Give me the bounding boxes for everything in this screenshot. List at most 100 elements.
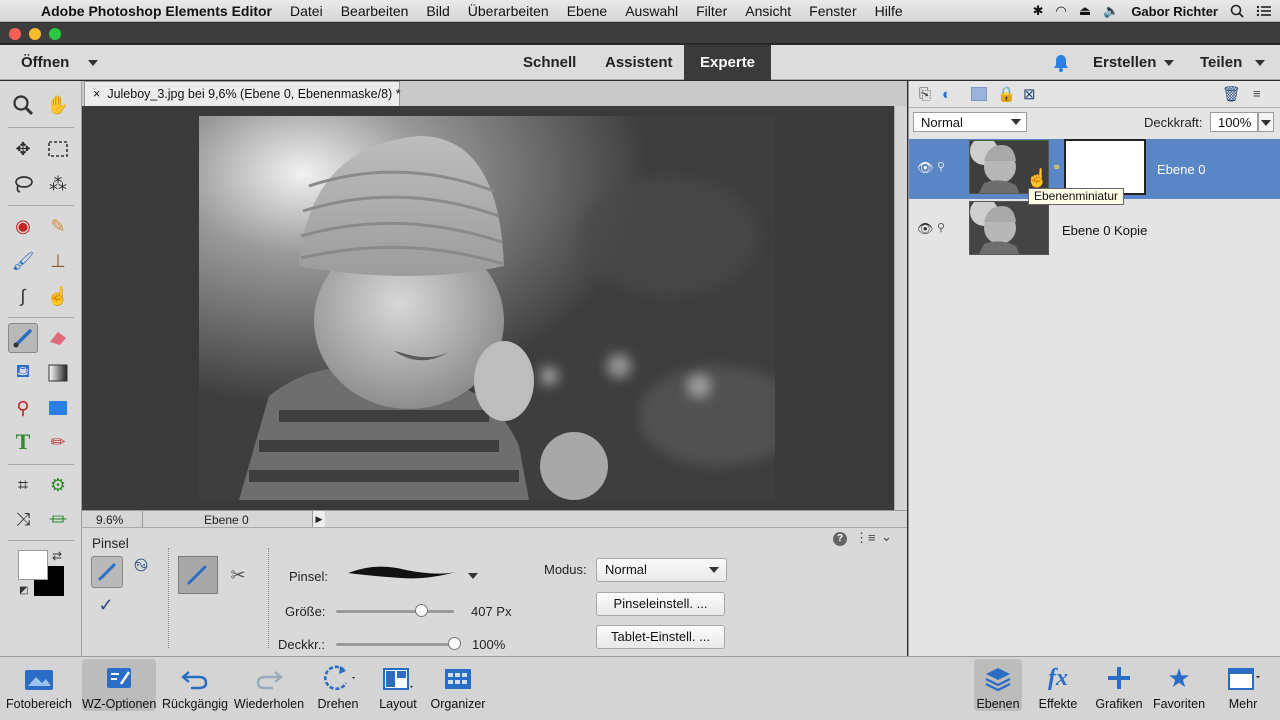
menu-auswahl[interactable]: Auswahl	[616, 3, 687, 19]
content-aware-move-icon[interactable]: ⤨	[8, 504, 38, 534]
eraser-tool-icon[interactable]	[43, 323, 73, 353]
straighten-tool-icon[interactable]: ⏛	[43, 504, 73, 534]
layer-opacity-field[interactable]: 100%	[1210, 112, 1258, 132]
mode-select[interactable]: Normal	[596, 558, 727, 582]
hand-tool-icon[interactable]: ✋	[43, 90, 73, 120]
spotlight-search-icon[interactable]	[1230, 4, 1244, 18]
status-menu-arrow-icon[interactable]: ▶	[312, 511, 325, 527]
mask-link-icon[interactable]: ⚭	[1052, 161, 1061, 174]
graphics-button[interactable]: Grafiken	[1092, 659, 1146, 711]
blend-mode-dropdown-icon[interactable]	[1011, 119, 1021, 125]
healing-brush-icon[interactable]: ✎	[43, 211, 73, 241]
brush-settings-button[interactable]: Pinseleinstell. ...	[596, 592, 725, 616]
swap-colors-icon[interactable]: ⇄	[52, 549, 62, 563]
menu-filter[interactable]: Filter	[687, 3, 736, 19]
bluetooth-icon[interactable]: ✱	[1033, 3, 1044, 19]
layer-name[interactable]: Ebene 0	[1157, 162, 1205, 177]
menu-datei[interactable]: Datei	[281, 3, 332, 19]
volume-icon[interactable]: 🔈	[1103, 3, 1119, 19]
collapse-options-icon[interactable]: ⌄	[881, 529, 892, 545]
document-photo[interactable]	[199, 116, 775, 500]
impressionist-brush-icon[interactable]: ࿊	[126, 555, 156, 586]
share-button[interactable]: Teilen	[1200, 45, 1242, 80]
undo-button[interactable]: Rückgängig	[160, 659, 230, 711]
size-slider-track[interactable]	[336, 610, 454, 613]
lock-transparency-icon[interactable]: ⊠	[1023, 85, 1036, 103]
menu-bearbeiten[interactable]: Bearbeiten	[332, 3, 418, 19]
visibility-eye-icon[interactable]: 👁	[917, 221, 934, 237]
brush-preset-dropdown-icon[interactable]	[468, 573, 478, 579]
eyedropper-icon[interactable]: ⚲	[8, 393, 38, 423]
gradient-tool-icon[interactable]	[43, 358, 73, 388]
minimize-window-icon[interactable]	[29, 28, 41, 40]
layers-menu-icon[interactable]: ≡	[1253, 86, 1261, 101]
tablet-settings-button[interactable]: Tablet-Einstell. ...	[596, 625, 725, 649]
redo-button[interactable]: Wiederholen	[233, 659, 305, 711]
more-button[interactable]: Mehr	[1218, 659, 1268, 711]
organizer-button[interactable]: Organizer	[428, 659, 488, 711]
eject-icon[interactable]: ⏏	[1079, 3, 1091, 19]
menu-ansicht[interactable]: Ansicht	[736, 3, 800, 19]
mode-assistent-tab[interactable]: Assistent	[605, 45, 673, 80]
close-window-icon[interactable]	[9, 28, 21, 40]
rotate-button[interactable]: Drehen	[310, 659, 366, 711]
red-eye-tool-icon[interactable]: ◉	[8, 211, 38, 241]
adjustment-layer-icon[interactable]: ◐	[942, 86, 951, 103]
menu-bild[interactable]: Bild	[417, 3, 458, 19]
recompose-tool-icon[interactable]: ⚙	[43, 470, 73, 500]
brush-tool-icon[interactable]	[8, 323, 38, 353]
default-colors-icon[interactable]: ◩	[19, 585, 28, 596]
brush-preset-picker[interactable]	[346, 560, 458, 586]
quick-selection-icon[interactable]: ⁂	[43, 169, 73, 199]
favorites-button[interactable]: ★ Favoriten	[1150, 659, 1208, 712]
color-replacement-icon[interactable]: ✓	[91, 590, 121, 620]
notification-center-icon[interactable]	[1256, 4, 1272, 18]
layer-thumbnail[interactable]	[969, 201, 1049, 255]
type-tool-icon[interactable]: T	[8, 427, 38, 457]
rectangular-marquee-icon[interactable]	[43, 134, 73, 164]
mode-dropdown-icon[interactable]	[709, 567, 719, 573]
create-dropdown-icon[interactable]	[1164, 60, 1174, 66]
zoom-tool-icon[interactable]	[8, 90, 38, 120]
crop-tool-icon[interactable]: ⌗	[8, 470, 38, 500]
close-tab-icon[interactable]: ×	[93, 87, 100, 101]
help-icon[interactable]: ?	[833, 532, 847, 546]
document-tab[interactable]: × Juleboy_3.jpg bei 9,6% (Ebene 0, Ebenen…	[84, 81, 401, 106]
mode-experte-tab[interactable]: Experte	[684, 45, 772, 80]
opacity-slider-track[interactable]	[336, 643, 454, 646]
zoom-level[interactable]: 9.6%	[96, 513, 123, 527]
open-dropdown-icon[interactable]	[88, 60, 98, 66]
wifi-icon[interactable]: ◠	[1055, 3, 1066, 19]
open-button[interactable]: Öffnen	[21, 45, 69, 80]
create-button[interactable]: Erstellen	[1093, 45, 1156, 80]
share-dropdown-icon[interactable]	[1255, 60, 1265, 66]
zoom-window-icon[interactable]	[49, 28, 61, 40]
layer-name[interactable]: Ebene 0 Kopie	[1062, 223, 1147, 238]
menu-fenster[interactable]: Fenster	[800, 3, 865, 19]
delete-layer-icon[interactable]: 🗑	[1222, 85, 1241, 103]
vertical-scrollbar[interactable]	[894, 106, 907, 510]
smudge-tool-icon[interactable]: ☝	[43, 281, 73, 311]
sponge-tool-icon[interactable]: ∫	[8, 281, 38, 311]
photo-bin-button[interactable]: Fotobereich	[4, 659, 74, 711]
menu-ebene[interactable]: Ebene	[558, 3, 616, 19]
layers-panel-button[interactable]: Ebenen	[974, 659, 1022, 711]
size-slider-handle[interactable]	[414, 604, 428, 617]
move-tool-icon[interactable]: ✥	[8, 134, 38, 164]
layer-row-ebene-0-kopie[interactable]: 👁 ⚲ Ebene 0 Kopie	[909, 200, 1280, 260]
airbrush-off-icon[interactable]	[178, 556, 218, 594]
menu-ueberarbeiten[interactable]: Überarbeiten	[459, 3, 558, 19]
user-name[interactable]: Gabor Richter	[1131, 4, 1218, 19]
clone-stamp-icon[interactable]: ⊥	[43, 246, 73, 276]
effects-button[interactable]: fx Effekte	[1034, 659, 1082, 712]
layer-link-icon[interactable]: ⚲	[937, 160, 945, 173]
airbrush-icon[interactable]: ✂	[223, 560, 253, 590]
brush-variant-icon[interactable]	[91, 556, 123, 588]
smart-brush-icon[interactable]: 🖌	[8, 246, 38, 276]
notification-bell-icon[interactable]	[1051, 53, 1071, 73]
layer-mask-thumbnail[interactable]	[1064, 139, 1146, 195]
visibility-eye-icon[interactable]: 👁	[917, 160, 934, 176]
lock-all-icon[interactable]: 🔒	[997, 85, 1016, 103]
layer-opacity-dropdown[interactable]	[1258, 112, 1274, 132]
lasso-tool-icon[interactable]	[8, 169, 38, 199]
